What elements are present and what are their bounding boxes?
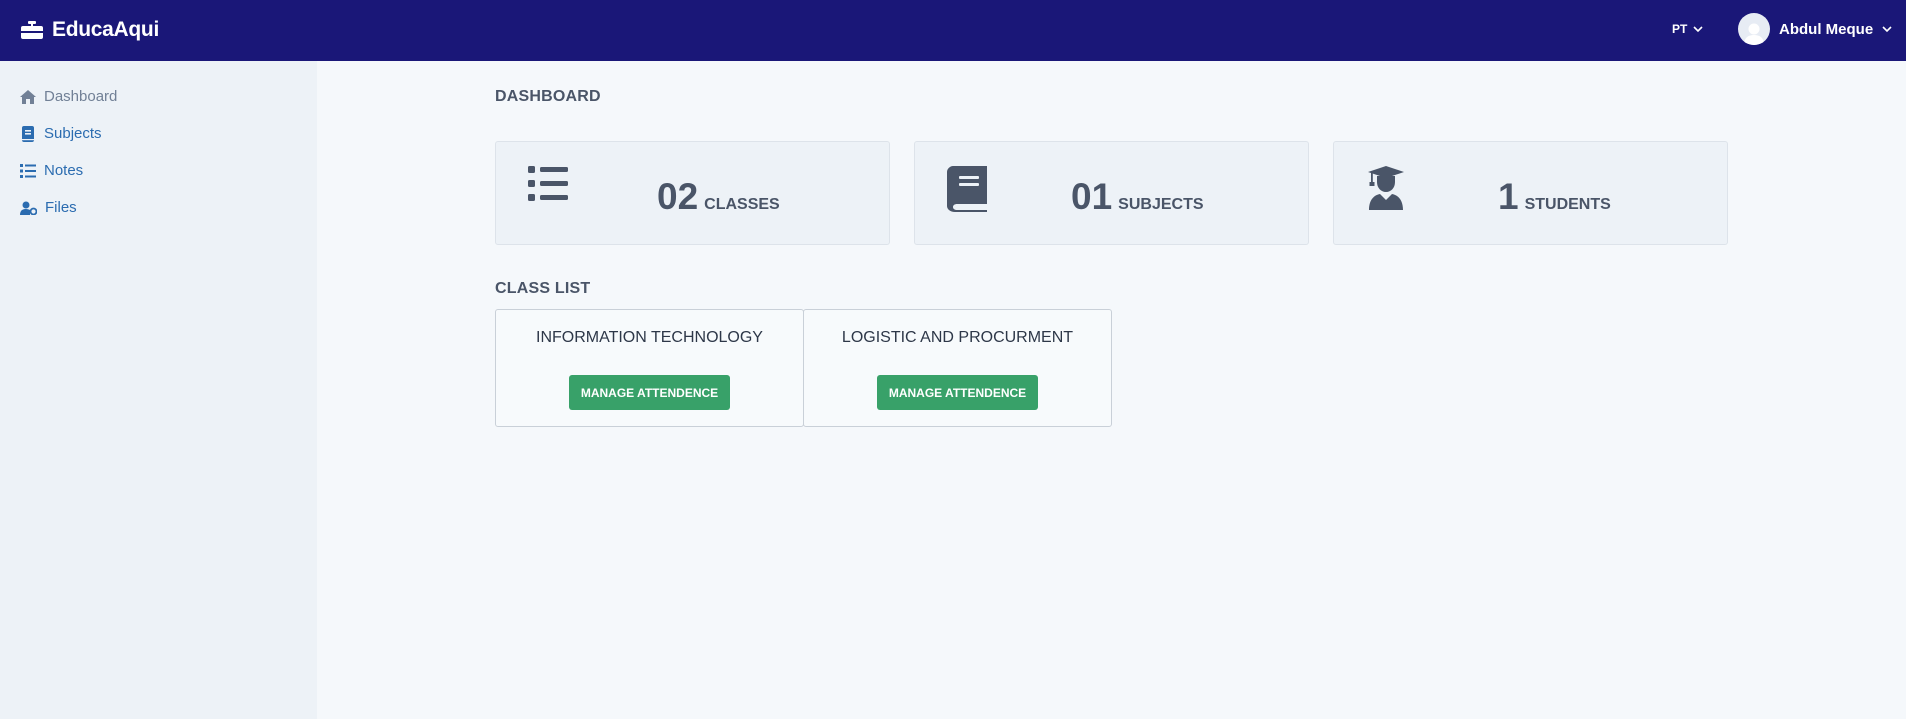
stat-card-subjects: 01 SUBJECTS — [914, 141, 1309, 245]
language-selector[interactable]: PT — [1672, 22, 1703, 36]
avatar — [1738, 13, 1770, 45]
page-title: DASHBOARD — [495, 88, 601, 105]
sidebar-item-label: Files — [45, 199, 77, 216]
chevron-down-icon — [1693, 25, 1703, 32]
class-list-title: CLASS LIST — [495, 280, 591, 297]
book-icon — [22, 125, 34, 142]
class-name: INFORMATION TECHNOLOGY — [536, 329, 763, 346]
user-cog-icon — [20, 201, 37, 215]
user-avatar-icon — [1744, 23, 1764, 45]
list-icon — [528, 166, 568, 201]
stat-label: CLASSES — [704, 196, 780, 213]
book-icon — [947, 166, 987, 212]
sidebar-item-label: Dashboard — [44, 88, 118, 105]
sidebar-item-subjects[interactable]: Subjects — [20, 125, 102, 142]
sidebar-item-label: Subjects — [44, 125, 102, 142]
top-navbar: EducaAqui PT Abdul Meque — [0, 0, 1906, 61]
manage-attendance-button[interactable]: MANAGE ATTENDENCE — [569, 375, 730, 410]
user-menu[interactable]: Abdul Meque — [1738, 13, 1892, 45]
chevron-down-icon — [1882, 25, 1892, 32]
graduate-icon — [1368, 166, 1404, 210]
sidebar-item-dashboard[interactable]: Dashboard — [20, 88, 117, 105]
language-label: PT — [1672, 22, 1688, 36]
stat-label: STUDENTS — [1524, 196, 1611, 213]
stat-value: 01 — [1071, 176, 1113, 217]
list-icon — [20, 163, 36, 178]
class-card: LOGISTIC AND PROCURMENT MANAGE ATTENDENC… — [803, 309, 1112, 427]
sidebar-item-label: Notes — [44, 162, 84, 179]
sidebar-item-files[interactable]: Files — [20, 199, 77, 216]
sidebar-item-notes[interactable]: Notes — [20, 162, 83, 179]
stat-value: 02 — [657, 176, 699, 217]
brand[interactable]: EducaAqui — [20, 18, 159, 42]
stat-value: 1 — [1498, 176, 1519, 217]
stat-label: SUBJECTS — [1118, 196, 1204, 213]
sidebar: Dashboard Subjects Notes Files — [0, 61, 317, 719]
stat-card-students: 1 STUDENTS — [1333, 141, 1728, 245]
user-name: Abdul Meque — [1779, 20, 1874, 38]
class-card: INFORMATION TECHNOLOGY MANAGE ATTENDENCE — [495, 309, 804, 427]
manage-attendance-button[interactable]: MANAGE ATTENDENCE — [877, 375, 1038, 410]
logo-icon — [21, 21, 43, 39]
class-name: LOGISTIC AND PROCURMENT — [841, 329, 1074, 346]
home-icon — [20, 89, 36, 104]
stat-card-classes: 02 CLASSES — [495, 141, 890, 245]
app-name: EducaAqui — [52, 18, 159, 41]
